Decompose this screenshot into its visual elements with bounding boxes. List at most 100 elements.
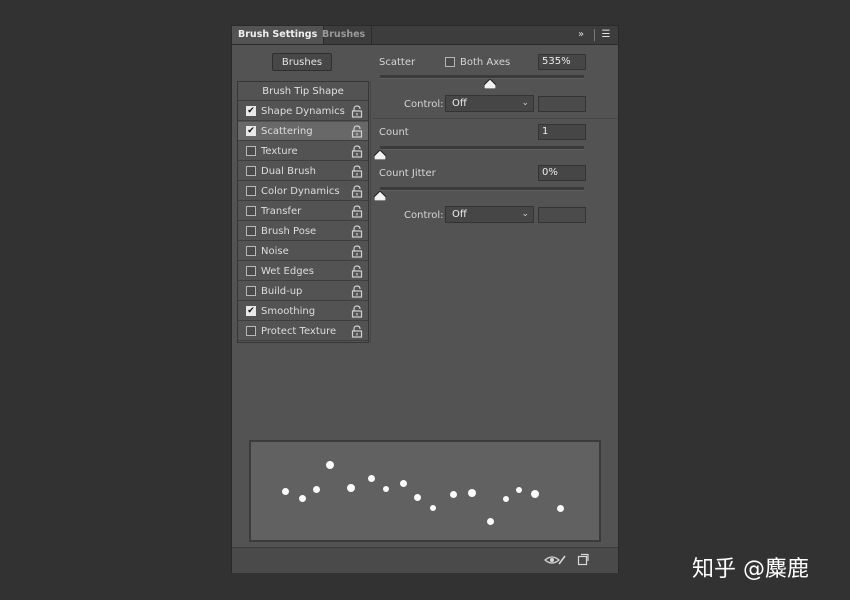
lock-icon[interactable] — [351, 145, 363, 158]
double-chevron-right-icon[interactable]: » — [574, 28, 588, 42]
brush-option-brush-pose[interactable]: Brush Pose — [238, 222, 368, 241]
preview-dot — [347, 484, 355, 492]
brush-tip-shape-item[interactable]: Brush Tip Shape — [238, 82, 368, 101]
lock-icon[interactable] — [351, 205, 363, 218]
lock-icon[interactable] — [351, 165, 363, 178]
preview-dot — [468, 489, 476, 497]
brush-option-scattering[interactable]: ✔ Scattering — [238, 122, 368, 141]
count-jitter-control-label: Control: — [404, 210, 444, 221]
chevron-down-icon: ⌄ — [521, 98, 529, 108]
brush-option-noise[interactable]: Noise — [238, 242, 368, 261]
preview-dot — [414, 494, 421, 501]
panel-bottom-bar — [232, 547, 618, 573]
lock-icon[interactable] — [351, 325, 363, 338]
option-checkbox[interactable]: ✔ — [246, 106, 256, 116]
preview-dot — [400, 480, 407, 487]
scatter-value-field[interactable]: 535% — [538, 54, 586, 70]
count-jitter-control-extra-field — [538, 207, 586, 223]
option-label: Scattering — [261, 126, 313, 137]
option-checkbox[interactable]: ✔ — [246, 306, 256, 316]
option-checkbox[interactable] — [246, 226, 256, 236]
option-checkbox[interactable] — [246, 206, 256, 216]
eye-brush-icon[interactable] — [544, 554, 566, 566]
option-checkbox[interactable] — [246, 166, 256, 176]
option-label: Texture — [261, 146, 298, 157]
lock-icon[interactable] — [351, 265, 363, 278]
preview-dot — [313, 486, 320, 493]
scatter-control-label: Control: — [404, 99, 444, 110]
option-label: Brush Pose — [261, 226, 317, 237]
preview-dot — [557, 505, 564, 512]
new-preset-icon[interactable] — [577, 553, 589, 566]
lock-icon[interactable] — [351, 245, 363, 258]
option-checkbox[interactable] — [246, 286, 256, 296]
brush-option-shape-dynamics[interactable]: ✔ Shape Dynamics — [238, 102, 368, 121]
scatter-label: Scatter — [379, 57, 416, 68]
count-jitter-control-select[interactable]: Off ⌄ — [445, 206, 534, 223]
option-checkbox[interactable]: ✔ — [246, 126, 256, 136]
option-label: Shape Dynamics — [261, 106, 345, 117]
count-value-field[interactable]: 1 — [538, 124, 586, 140]
count-jitter-slider-thumb[interactable] — [374, 191, 386, 201]
chevron-down-icon: ⌄ — [521, 209, 529, 219]
count-slider-thumb[interactable] — [374, 150, 386, 160]
brush-option-wet-edges[interactable]: Wet Edges — [238, 262, 368, 281]
preview-dot — [299, 495, 306, 502]
brush-option-dual-brush[interactable]: Dual Brush — [238, 162, 368, 181]
lock-icon[interactable] — [351, 225, 363, 238]
count-jitter-label: Count Jitter — [379, 168, 436, 179]
brush-option-protect-texture[interactable]: Protect Texture — [238, 322, 368, 341]
brush-option-texture[interactable]: Texture — [238, 142, 368, 161]
scatter-slider-thumb[interactable] — [484, 79, 497, 89]
brush-option-build-up[interactable]: Build-up — [238, 282, 368, 301]
column-divider — [370, 81, 371, 343]
preview-dot — [531, 490, 539, 498]
lock-icon[interactable] — [351, 105, 363, 118]
tab-brush-settings[interactable]: Brush Settings — [232, 26, 325, 44]
option-label: Color Dynamics — [261, 186, 340, 197]
scatter-slider-track[interactable] — [380, 75, 584, 79]
lock-icon[interactable] — [351, 125, 363, 138]
option-checkbox[interactable] — [246, 186, 256, 196]
option-label: Transfer — [261, 206, 302, 217]
option-label: Dual Brush — [261, 166, 316, 177]
brush-stroke-preview — [249, 440, 601, 542]
option-label: Wet Edges — [261, 266, 314, 277]
hamburger-menu-icon[interactable]: ☰ — [599, 28, 613, 42]
preview-dot — [450, 491, 457, 498]
count-jitter-value-field[interactable]: 0% — [538, 165, 586, 181]
zhihu-watermark: 知乎 @麋鹿 — [692, 557, 809, 582]
count-label: Count — [379, 127, 409, 138]
tab-bar-divider — [594, 29, 595, 41]
brush-option-color-dynamics[interactable]: Color Dynamics — [238, 182, 368, 201]
count-jitter-control-value: Off — [452, 209, 467, 220]
preview-dot — [282, 488, 289, 495]
preview-dot — [487, 518, 494, 525]
preview-dot — [503, 496, 509, 502]
brush-option-transfer[interactable]: Transfer — [238, 202, 368, 221]
both-axes-checkbox[interactable] — [445, 57, 455, 67]
count-jitter-slider-track[interactable] — [380, 187, 584, 191]
brush-option-smoothing[interactable]: ✔ Smoothing — [238, 302, 368, 321]
lock-icon[interactable] — [351, 285, 363, 298]
option-checkbox[interactable] — [246, 146, 256, 156]
brushes-button[interactable]: Brushes — [272, 53, 332, 71]
section-divider — [373, 118, 618, 119]
count-slider-track[interactable] — [380, 146, 584, 150]
both-axes-label: Both Axes — [460, 57, 511, 68]
preview-dot — [326, 461, 334, 469]
option-checkbox[interactable] — [246, 326, 256, 336]
brush-settings-panel: Brush Settings Brushes » ☰ Brushes Brush… — [232, 26, 618, 573]
tab-brushes[interactable]: Brushes — [316, 26, 373, 44]
preview-dot — [383, 486, 389, 492]
preview-dot — [368, 475, 375, 482]
preview-dot — [430, 505, 436, 511]
option-label: Smoothing — [261, 306, 316, 317]
scatter-control-select[interactable]: Off ⌄ — [445, 95, 534, 112]
scatter-control-extra-field — [538, 96, 586, 112]
lock-icon[interactable] — [351, 185, 363, 198]
option-checkbox[interactable] — [246, 246, 256, 256]
option-label: Noise — [261, 246, 289, 257]
lock-icon[interactable] — [351, 305, 363, 318]
option-checkbox[interactable] — [246, 266, 256, 276]
